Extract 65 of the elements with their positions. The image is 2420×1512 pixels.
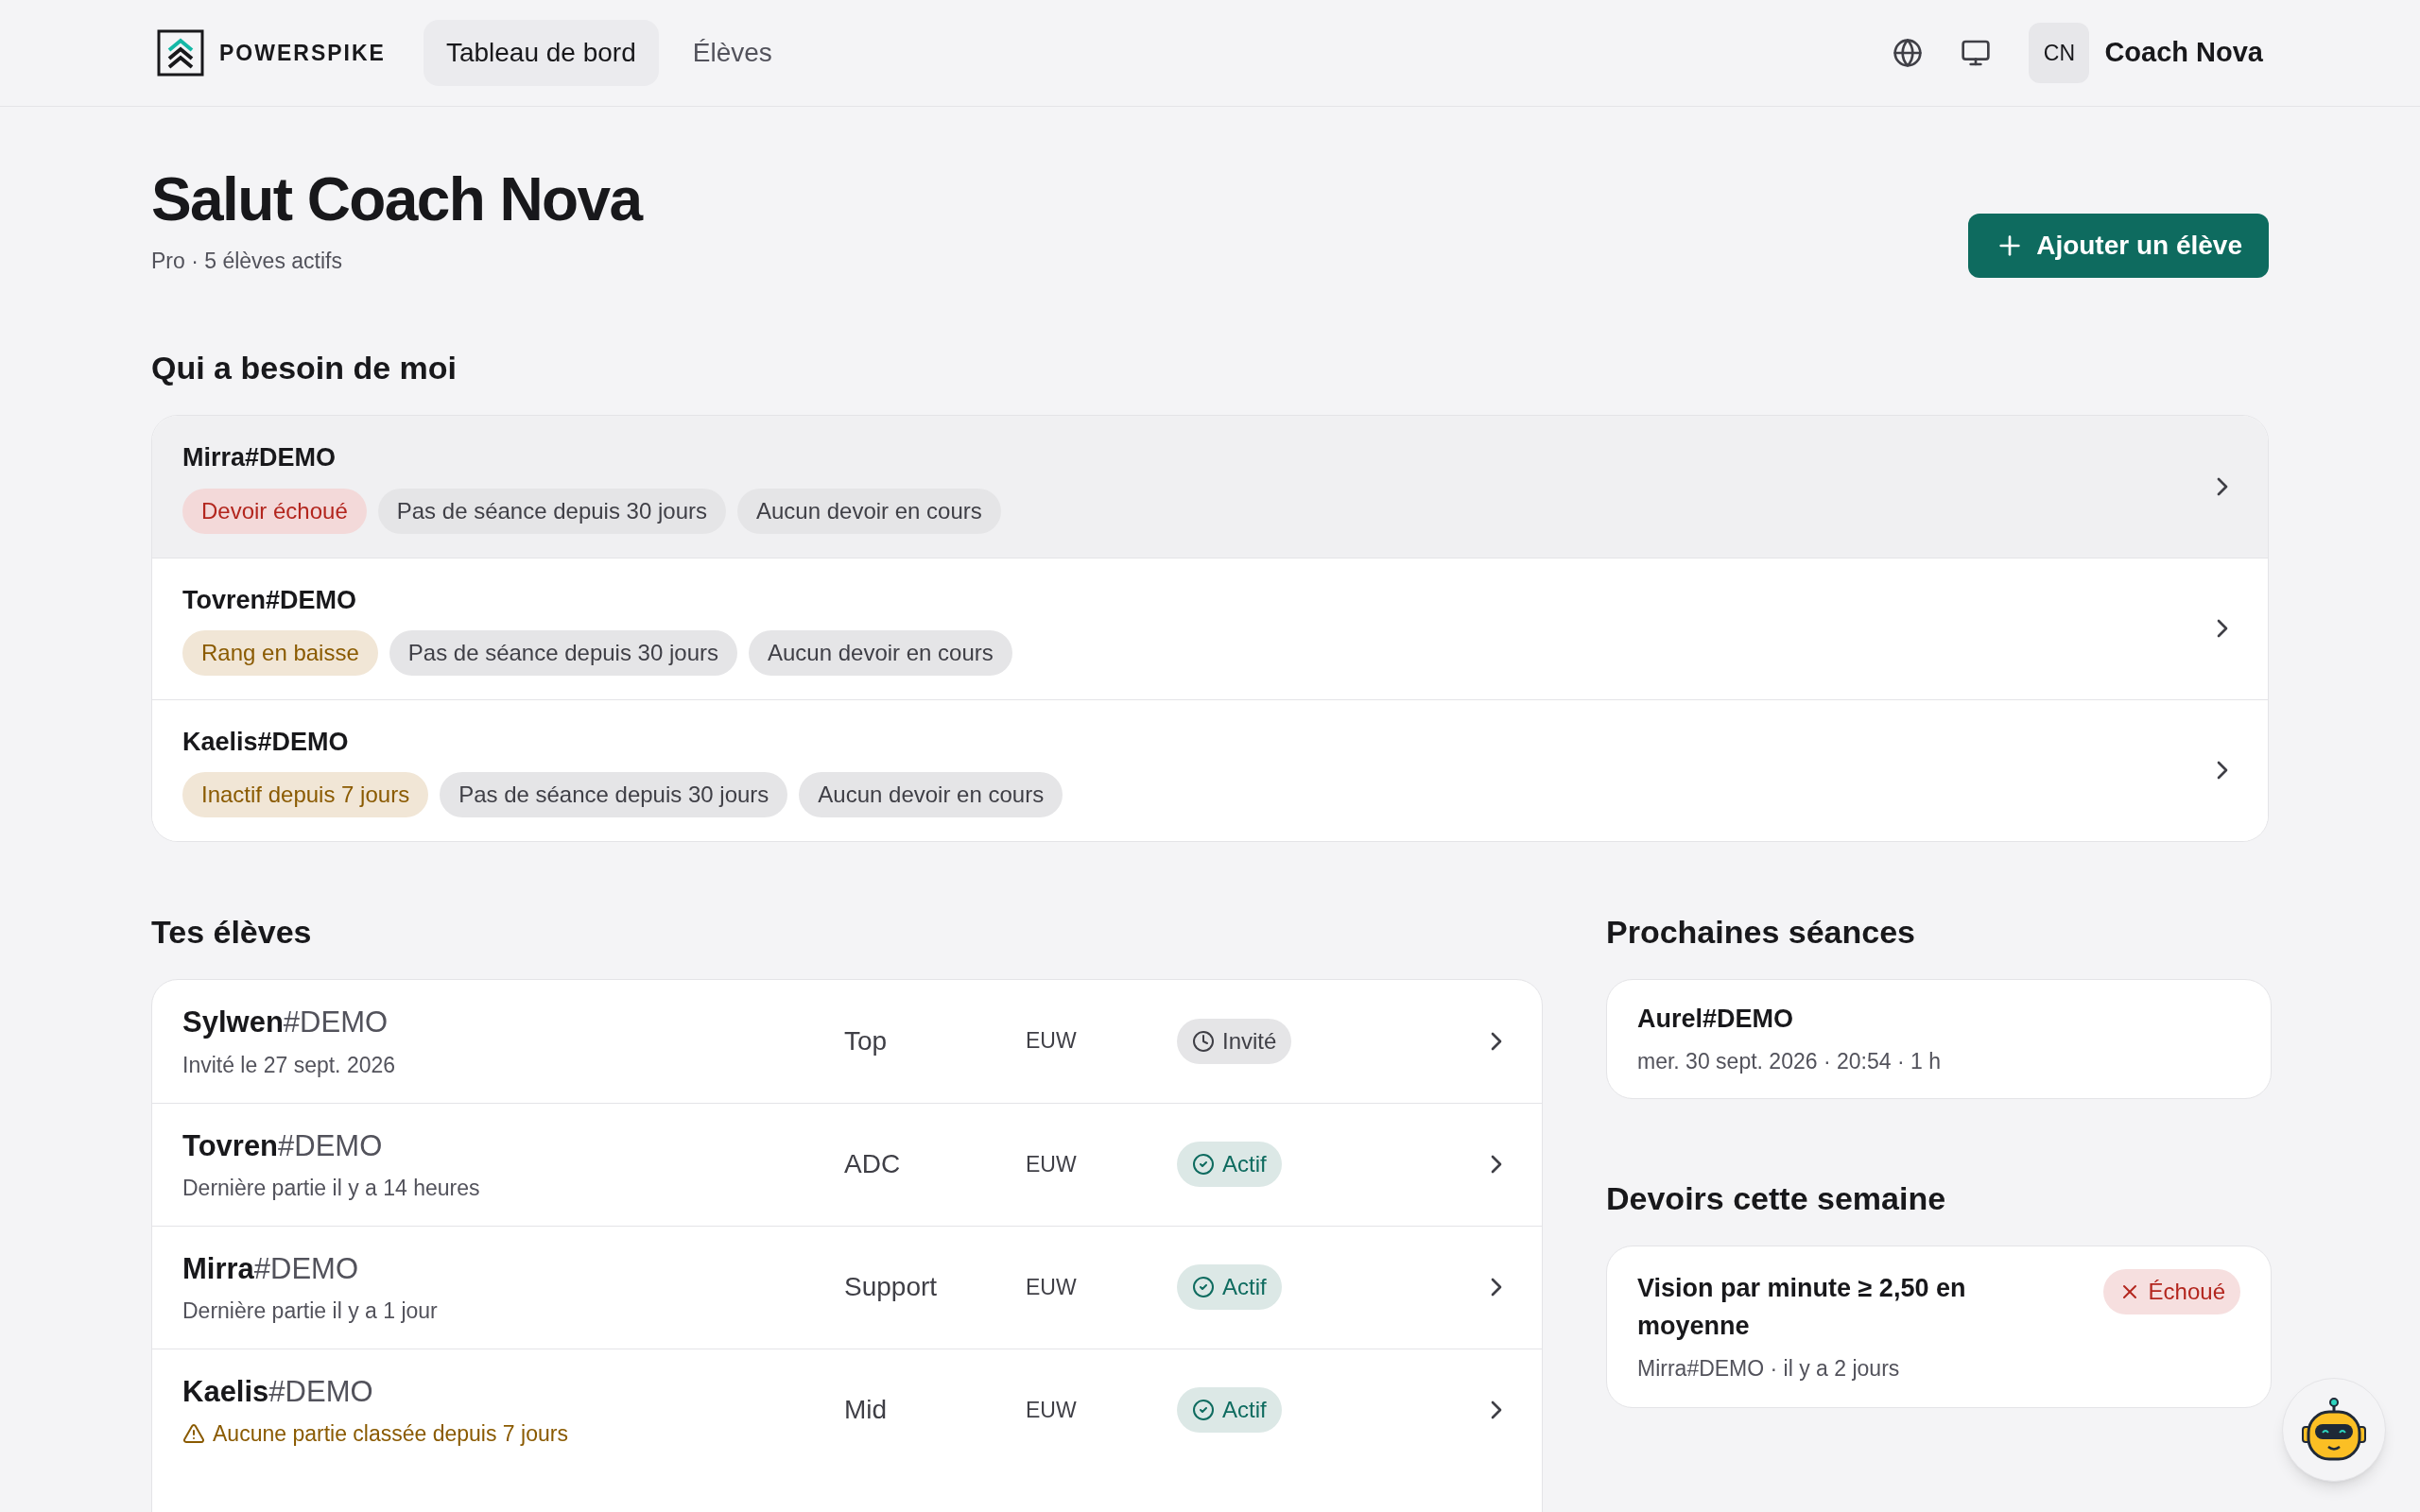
student-name: Kaelis#DEMO <box>182 1373 374 1410</box>
student-row[interactable]: Sylwen#DEMO Invité le 27 sept. 2026 Top EUW Invité <box>152 979 1542 1103</box>
student-name: Mirra#DEMO <box>182 1250 360 1287</box>
role-text: ADC <box>844 1148 902 1180</box>
add-student-button[interactable]: Ajouter un élève <box>1968 213 2269 278</box>
status-tag: Aucun devoir en cours <box>749 630 1012 677</box>
region-text: EUW <box>1026 1273 1078 1301</box>
user-name: Coach Nova <box>2104 36 2263 70</box>
student-name: Kaelis#DEMO <box>182 726 350 758</box>
page-subtitle: Pro · 5 élèves actifs <box>151 248 343 275</box>
student-note: Dernière partie il y a 1 jour <box>182 1297 439 1325</box>
nav-tab[interactable]: Tableau de bord <box>423 20 659 86</box>
student-note: Dernière partie il y a 14 heures <box>182 1175 481 1202</box>
logo-text: POWERSPIKE <box>219 39 386 67</box>
status-tag: Aucun devoir en cours <box>799 772 1063 818</box>
status-tag: Pas de séance depuis 30 jours <box>440 772 788 818</box>
student-name: Sylwen#DEMO <box>182 1005 389 1040</box>
student-row[interactable]: Tovren#DEMO Dernière partie il y a 14 heures ADC EUW Actif <box>152 1102 1542 1226</box>
student-name: Tovren#DEMO <box>182 584 358 616</box>
nav-tab[interactable]: Élèves <box>669 20 795 86</box>
region-text: EUW <box>1026 1027 1078 1056</box>
check-circle-icon <box>1192 1153 1215 1176</box>
homework-card[interactable]: Vision par minute ≥ 2,50 en moyenne Mirra#DEMO · il y a 2 jours Échoué <box>1606 1245 2272 1408</box>
student-note: Invité le 27 sept. 2026 <box>182 1051 397 1079</box>
status-tag: Aucun devoir en cours <box>737 488 1001 534</box>
student-row[interactable]: Kaelis#DEMO Aucune partie classée depuis 7 jours Mid EUW Actif <box>152 1348 1542 1471</box>
status-tag: Pas de séance depuis 30 jours <box>389 630 737 677</box>
homework-title: Vision par minute ≥ 2,50 en moyenne <box>1637 1272 1967 1342</box>
region-text: EUW <box>1026 1150 1078 1178</box>
check-circle-icon <box>1192 1276 1215 1298</box>
clock-icon <box>1192 1029 1215 1053</box>
needs-row[interactable]: Kaelis#DEMO Inactif depuis 7 jours Pas de séance depuis 30 jours Aucun devoir en cours <box>152 698 2268 841</box>
monitor-icon[interactable] <box>1961 38 1992 68</box>
section-title: Prochaines séances <box>1606 912 1916 952</box>
robot-icon <box>2299 1397 2369 1463</box>
avatar[interactable]: CN <box>2029 23 2090 83</box>
section-title: Tes élèves <box>151 912 313 952</box>
status-badge: Actif <box>1177 1142 1282 1187</box>
status-tag: Devoir échoué <box>182 488 367 534</box>
student-name: Aurel#DEMO <box>1637 1003 1795 1035</box>
status-tag: Rang en baisse <box>182 630 378 677</box>
needs-row[interactable]: Mirra#DEMO Devoir échoué Pas de séance depuis 30 jours Aucun devoir en cours <box>152 415 2268 558</box>
section-title: Devoirs cette semaine <box>1606 1178 1947 1218</box>
check-circle-icon <box>1192 1399 1215 1421</box>
status-badge: Actif <box>1177 1264 1282 1310</box>
status-badge: Actif <box>1177 1387 1282 1433</box>
role-text: Top <box>844 1024 889 1057</box>
globe-icon[interactable] <box>1893 38 1924 68</box>
student-name: Mirra#DEMO <box>182 442 337 474</box>
session-detail: mer. 30 sept. 2026 · 20:54 · 1 h <box>1637 1048 1942 1075</box>
page-title: Salut Coach Nova <box>151 169 642 230</box>
status-badge: Invité <box>1177 1018 1292 1064</box>
student-row[interactable]: Mirra#DEMO Dernière partie il y a 1 jour Support EUW Actif <box>152 1225 1542 1349</box>
logo-icon <box>157 29 204 77</box>
region-text: EUW <box>1026 1396 1078 1424</box>
status-badge: Échoué <box>2102 1268 2240 1314</box>
status-tag: Pas de séance depuis 30 jours <box>377 488 726 534</box>
student-note: Aucune partie classée depuis 7 jours <box>213 1420 568 1448</box>
session-card[interactable]: Aurel#DEMO mer. 30 sept. 2026 · 20:54 · 1 h <box>1606 978 2272 1099</box>
section-title: Qui a besoin de moi <box>151 348 458 387</box>
homework-meta: Mirra#DEMO · il y a 2 jours <box>1637 1354 1901 1383</box>
role-text: Mid <box>844 1394 889 1426</box>
status-tag: Inactif depuis 7 jours <box>182 772 429 818</box>
role-text: Support <box>844 1271 939 1303</box>
student-name: Tovren#DEMO <box>182 1127 384 1164</box>
